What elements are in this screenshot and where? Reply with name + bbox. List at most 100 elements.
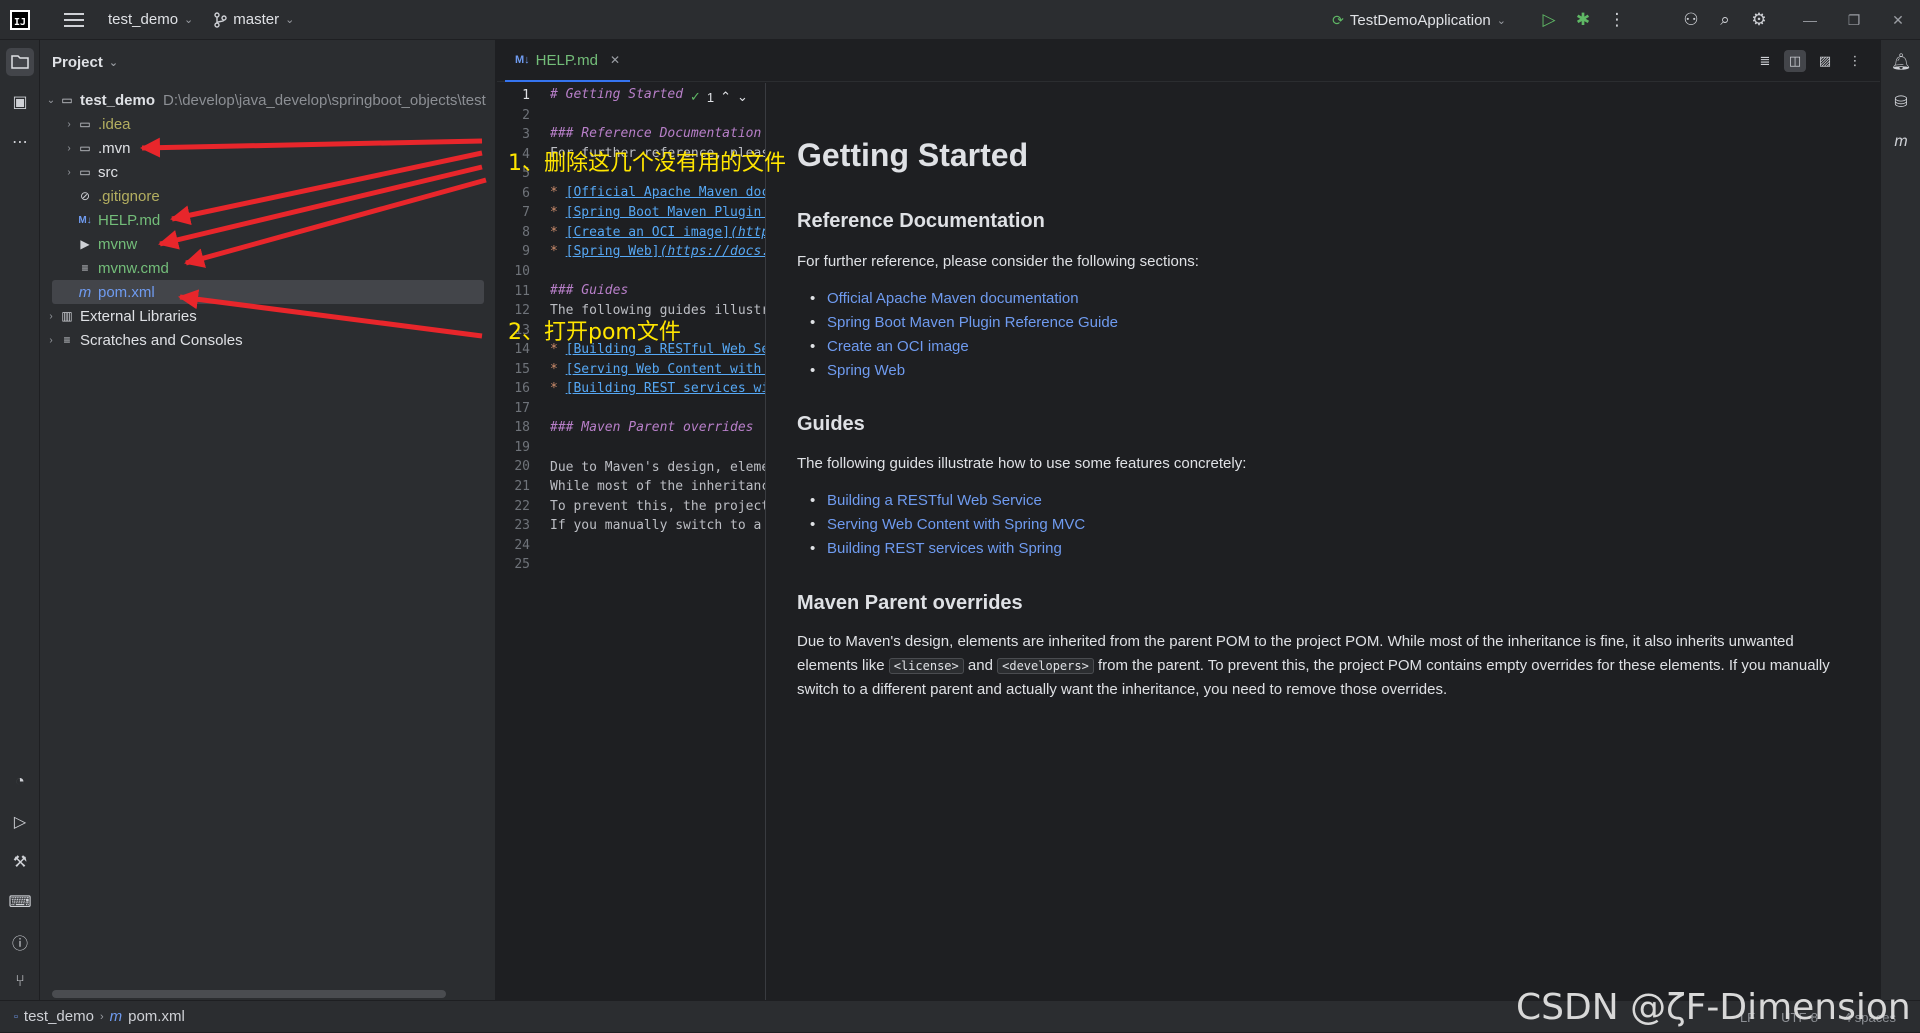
project-panel-header[interactable]: Project ⌄ (40, 40, 495, 84)
editor-and-preview-icon[interactable]: ◫ (1784, 50, 1806, 72)
tree-item-gitignore[interactable]: ⊘ .gitignore (40, 184, 496, 208)
chevron-down-icon[interactable]: ⌄ (737, 89, 748, 105)
tree-item-src[interactable]: › ▭ src (40, 160, 496, 184)
chevron-right-icon: › (99, 1010, 104, 1023)
preview-link[interactable]: Official Apache Maven documentation (797, 290, 1118, 314)
library-icon: ▥ (61, 309, 73, 323)
preview-paragraph-maven: Due to Maven's design, elements are inhe… (797, 630, 1857, 702)
main-menu-icon[interactable] (64, 9, 84, 31)
tree-item-label: .mvn (98, 139, 131, 157)
code-line: * [Serving Web Content with Spring MVC] (550, 362, 765, 377)
code-link: [Official Apache Maven documentation] (565, 185, 765, 200)
line-number-gutter: 1 2 3 4 5 6 7 8 9 10 11 12 13 14 15 16 17 18 19 20 21 22 23 24 2… (497, 83, 546, 1000)
preview-link[interactable]: Spring Boot Maven Plugin Reference Guide (797, 314, 1118, 338)
more-tools-icon[interactable]: ⋯ (6, 128, 34, 156)
notifications-icon[interactable]: 🔔︎ (1887, 48, 1915, 76)
close-tab-icon[interactable]: ✕ (610, 53, 620, 67)
close-icon[interactable]: ✕ (1876, 12, 1920, 29)
run-config-name: TestDemoApplication (1349, 11, 1491, 29)
code-line: While most of the inheritance is fine, i… (550, 479, 765, 494)
problems-tool-icon[interactable]: ⓘ (6, 928, 34, 956)
code-link: [Spring Boot Maven Plugin Reference Guid… (565, 205, 765, 220)
chevron-down-icon: ⌄ (1496, 14, 1506, 27)
preview-list-guides: Building a RESTful Web Service Serving W… (797, 492, 1085, 564)
breadcrumb-project[interactable]: test_demo (24, 1008, 94, 1025)
intellij-logo-icon[interactable]: IJ (10, 9, 30, 30)
chevron-right-icon[interactable]: › (62, 167, 76, 178)
minimize-icon[interactable]: — (1788, 12, 1832, 28)
chevron-right-icon[interactable]: › (44, 311, 58, 322)
tree-item-label: mvnw (98, 235, 138, 253)
preview-link[interactable]: Serving Web Content with Spring MVC (797, 516, 1085, 540)
chevron-right-icon[interactable]: › (44, 335, 58, 346)
preview-heading-guides: Guides (797, 413, 865, 435)
tree-item-label: .idea (98, 115, 131, 133)
breadcrumb-file[interactable]: pom.xml (128, 1008, 185, 1025)
tree-item-label: pom.xml (98, 283, 155, 301)
preview-link[interactable]: Building REST services with Spring (797, 540, 1085, 564)
inline-code: <license> (888, 658, 964, 674)
horizontal-scrollbar[interactable] (52, 990, 446, 998)
preview-link[interactable]: Spring Web (797, 362, 1118, 386)
profiler-tool-icon[interactable]: ◔ (6, 768, 34, 796)
inspection-widget[interactable]: ✓ 1 ⌃ ⌄ (690, 89, 748, 105)
project-tool-icon[interactable] (6, 48, 34, 76)
preview-link[interactable]: Create an OCI image (797, 338, 1118, 362)
tree-item-external-libraries[interactable]: › ▥ External Libraries (40, 304, 496, 328)
services-tool-icon[interactable]: ▷ (6, 808, 34, 836)
run-icon[interactable]: ▷ (1532, 10, 1566, 30)
module-icon: ▫ (14, 1010, 18, 1023)
settings-icon[interactable]: ⚙ (1742, 10, 1776, 30)
line-number: 17 (514, 400, 530, 416)
annotation-delete-note: 1、删除这几个没有用的文件 (508, 151, 786, 176)
line-number: 18 (514, 420, 530, 436)
line-number: 19 (514, 439, 530, 455)
preview-only-icon[interactable]: ▨ (1814, 50, 1836, 72)
run-config-selector[interactable]: ⟳ TestDemoApplication ⌄ (1332, 12, 1506, 29)
restore-icon[interactable]: ❐ (1832, 12, 1876, 29)
tab-help-md[interactable]: M↓ HELP.md ✕ (505, 40, 630, 82)
build-tool-icon[interactable]: ⚒ (6, 848, 34, 876)
tree-item-test-demo[interactable]: ⌄ ▭ test_demo D:\develop\java_develop\sp… (40, 88, 496, 112)
tree-item-help-md[interactable]: M↓ HELP.md (40, 208, 496, 232)
project-panel-title: Project (52, 53, 103, 71)
ignore-icon: ⊘ (79, 189, 91, 203)
more-actions-icon[interactable]: ⋮ (1600, 10, 1634, 30)
preview-link[interactable]: Building a RESTful Web Service (797, 492, 1085, 516)
line-number: 6 (522, 185, 530, 201)
maven-tool-icon[interactable]: m (1887, 128, 1915, 156)
more-options-icon[interactable]: ⋮ (1844, 50, 1866, 72)
line-number: 15 (514, 361, 530, 377)
git-tool-icon[interactable]: ⑂ (6, 968, 34, 996)
editor-only-icon[interactable]: ≣ (1754, 50, 1776, 72)
tree-item-mvnw[interactable]: ▶ mvnw (40, 232, 496, 256)
folder-icon: ▭ (79, 117, 91, 131)
account-icon[interactable]: ⚇ (1674, 10, 1708, 30)
chevron-right-icon[interactable]: › (62, 119, 76, 130)
project-tree: ⌄ ▭ test_demo D:\develop\java_develop\sp… (40, 88, 496, 352)
project-selector[interactable]: test_demo ⌄ (108, 11, 193, 28)
structure-tool-icon[interactable]: ▣ (6, 88, 34, 116)
chevron-right-icon[interactable]: › (62, 143, 76, 154)
debug-icon[interactable]: ✱ (1566, 10, 1600, 30)
tree-item-path: D:\develop\java_develop\springboot_objec… (163, 91, 486, 109)
search-icon[interactable]: ⌕ (1708, 10, 1742, 30)
branch-selector[interactable]: master ⌄ (213, 11, 294, 28)
tree-item-mvn[interactable]: › ▭ .mvn (40, 136, 496, 160)
spring-boot-icon: ⟳ (1332, 11, 1344, 28)
markdown-source-editor[interactable]: # Getting Started ### Reference Document… (546, 83, 766, 1000)
code-line: ### Reference Documentation (550, 126, 762, 141)
database-icon[interactable]: ⛁ (1887, 88, 1915, 116)
code-line: # Getting Started (550, 87, 684, 102)
chevron-down-icon[interactable]: ⌄ (44, 95, 58, 106)
script-icon: ▶ (80, 237, 90, 251)
code-line: Due to Maven's design, elements are inhe… (550, 460, 765, 475)
tree-item-scratches[interactable]: › ≡ Scratches and Consoles (40, 328, 496, 352)
line-number: 25 (514, 557, 530, 573)
terminal-tool-icon[interactable]: ⌨ (6, 888, 34, 916)
tree-item-mvnw-cmd[interactable]: ≡ mvnw.cmd (40, 256, 496, 280)
chevron-up-icon[interactable]: ⌃ (720, 89, 731, 105)
tree-item-pom-xml[interactable]: m pom.xml (52, 280, 484, 304)
tree-item-idea[interactable]: › ▭ .idea (40, 112, 496, 136)
folder-icon: ▭ (79, 141, 91, 155)
